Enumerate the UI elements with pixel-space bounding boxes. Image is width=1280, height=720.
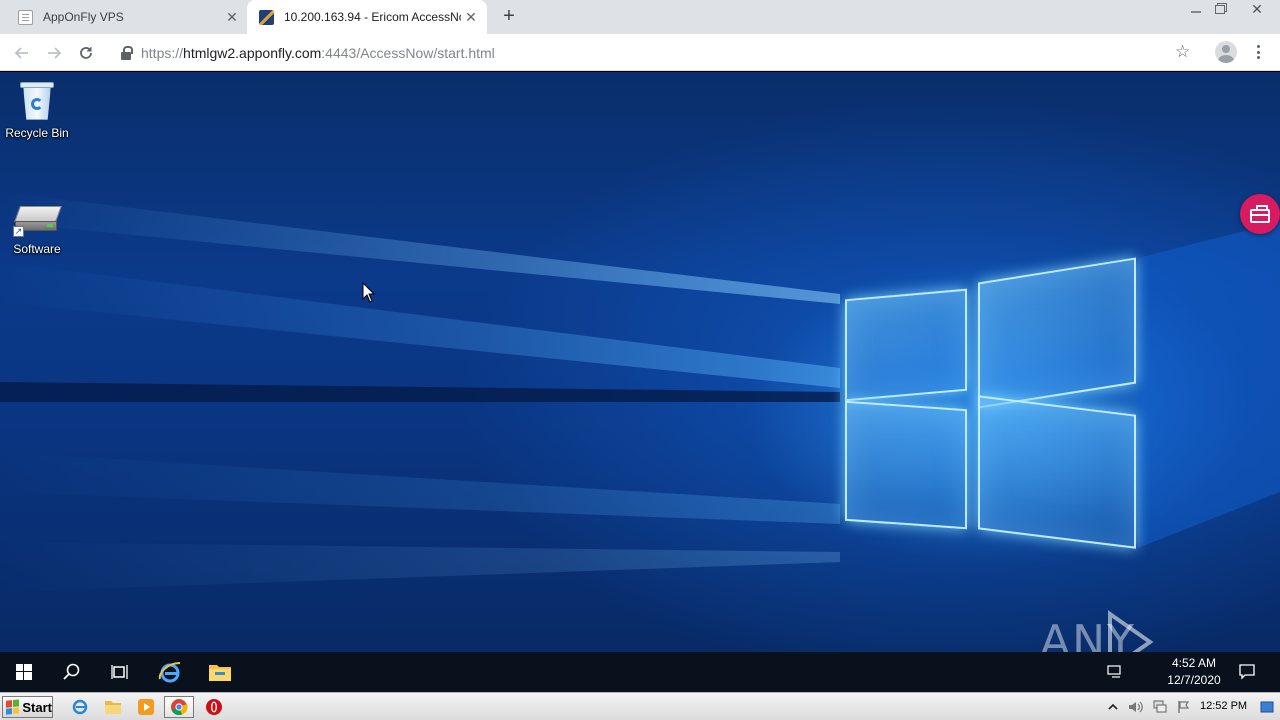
desktop-icon-label: Recycle Bin — [5, 126, 69, 140]
host-clock[interactable]: 12:52 PM — [1200, 700, 1247, 712]
file-explorer-icon — [209, 665, 231, 681]
host-media-player-button[interactable] — [134, 696, 158, 718]
remote-taskbar: 4:52 AM 12/7/2020 — [0, 652, 1280, 692]
reload-icon — [80, 47, 92, 59]
internet-explorer-icon — [72, 699, 88, 715]
new-tab-button[interactable]: + — [497, 6, 521, 28]
close-window-button[interactable]: ✕ — [1240, 0, 1274, 18]
show-desktop-button[interactable] — [1258, 696, 1276, 718]
back-button[interactable] — [9, 40, 35, 66]
host-opera-button[interactable] — [202, 696, 226, 718]
arrow-left-icon — [14, 47, 28, 59]
host-chrome-button[interactable] — [164, 696, 194, 718]
host-tray-network[interactable] — [1150, 696, 1170, 718]
search-icon — [63, 663, 80, 680]
desktop-icon-software[interactable]: ↗ Software — [0, 204, 74, 256]
mouse-cursor-icon — [362, 282, 376, 303]
accessnow-toolbox-button[interactable] — [1240, 194, 1280, 234]
browser-menu-icon[interactable] — [1252, 43, 1264, 61]
network-icon — [1153, 700, 1167, 713]
forward-button[interactable] — [41, 40, 67, 66]
remote-tray-network[interactable] — [1106, 652, 1124, 692]
host-tray-volume[interactable] — [1126, 696, 1146, 718]
windows-logo-pane — [978, 395, 1136, 549]
tab-title: AppOnFly VPS — [43, 10, 124, 24]
arrow-right-icon — [48, 47, 62, 59]
host-tray-action-center[interactable] — [1174, 696, 1194, 718]
windows-flag-icon — [6, 699, 20, 715]
remote-clock[interactable]: 4:52 AM 12/7/2020 — [1162, 655, 1226, 689]
chrome-icon — [171, 699, 188, 716]
reload-button[interactable] — [73, 40, 99, 66]
windows-logo-pane — [845, 288, 967, 402]
remote-task-view-button[interactable] — [100, 652, 140, 692]
desktop-icon-label: Software — [13, 242, 61, 256]
tab-ericom-accessnow[interactable]: 10.200.163.94 - Ericom AccessNow ✕ — [247, 0, 487, 34]
close-icon: ✕ — [1251, 1, 1263, 17]
start-label: Start — [22, 699, 52, 715]
windows-logo-pane — [978, 257, 1136, 409]
minimize-icon — [1191, 11, 1201, 13]
address-bar[interactable]: https://htmlgw2.apponfly.com:4443/Access… — [108, 38, 1204, 67]
show-desktop-icon — [1260, 701, 1274, 713]
browser-tab-strip: AppOnFly VPS ✕ 10.200.163.94 - Ericom Ac… — [0, 0, 1280, 34]
remote-file-explorer-button[interactable] — [200, 652, 240, 692]
tab-apponfly[interactable]: AppOnFly VPS ✕ — [8, 0, 246, 34]
lock-icon — [120, 45, 134, 60]
anyrun-watermark: ANY RUN — [1040, 610, 1240, 652]
remote-time: 4:52 AM — [1171, 656, 1217, 670]
windows-logo-pane — [845, 400, 967, 530]
notification-icon — [1239, 664, 1255, 680]
toolbox-icon — [1250, 204, 1270, 223]
desktop-icon-recycle-bin[interactable]: Recycle Bin — [0, 80, 74, 140]
network-icon — [1107, 665, 1121, 678]
remote-desktop[interactable]: Recycle Bin ↗ Software ANY RUN — [0, 72, 1280, 652]
remote-ie-button[interactable] — [150, 652, 190, 692]
browser-toolbar: https://htmlgw2.apponfly.com:4443/Access… — [0, 34, 1280, 71]
recycle-bin-icon — [19, 80, 55, 122]
remote-search-button[interactable] — [52, 652, 92, 692]
document-icon — [18, 9, 33, 25]
ericom-icon — [259, 9, 274, 25]
watermark-text: ANY RUN — [1040, 616, 1136, 652]
internet-explorer-icon — [158, 662, 181, 683]
chevron-up-icon — [1108, 703, 1118, 710]
bookmark-star-icon[interactable]: ☆ — [1175, 42, 1190, 62]
host-tray-expand[interactable] — [1104, 696, 1122, 718]
flag-icon — [1178, 701, 1190, 713]
tab-close-icon[interactable]: ✕ — [222, 7, 242, 27]
task-view-icon — [111, 665, 128, 679]
speaker-icon — [1129, 701, 1143, 713]
drive-shortcut-icon: ↗ — [13, 204, 62, 238]
host-taskbar: Start 12:52 PM — [0, 692, 1280, 720]
restore-icon — [1215, 4, 1225, 14]
profile-avatar-icon[interactable] — [1215, 41, 1237, 63]
tab-title: 10.200.163.94 - Ericom AccessNow — [284, 10, 461, 24]
remote-date: 12/7/2020 — [1167, 673, 1221, 687]
restore-button[interactable] — [1206, 0, 1234, 18]
host-start-button[interactable]: Start — [2, 696, 53, 718]
explorer-folder-icon — [105, 701, 121, 714]
remote-action-center-button[interactable] — [1230, 652, 1264, 692]
media-player-icon — [138, 699, 154, 715]
url-text: https://htmlgw2.apponfly.com:4443/Access… — [141, 44, 495, 61]
start-icon — [16, 664, 32, 680]
remote-start-button[interactable] — [4, 652, 44, 692]
tab-close-icon[interactable]: ✕ — [461, 7, 481, 27]
host-ie-button[interactable] — [68, 696, 92, 718]
host-explorer-button[interactable] — [101, 696, 125, 718]
opera-icon — [206, 699, 222, 715]
